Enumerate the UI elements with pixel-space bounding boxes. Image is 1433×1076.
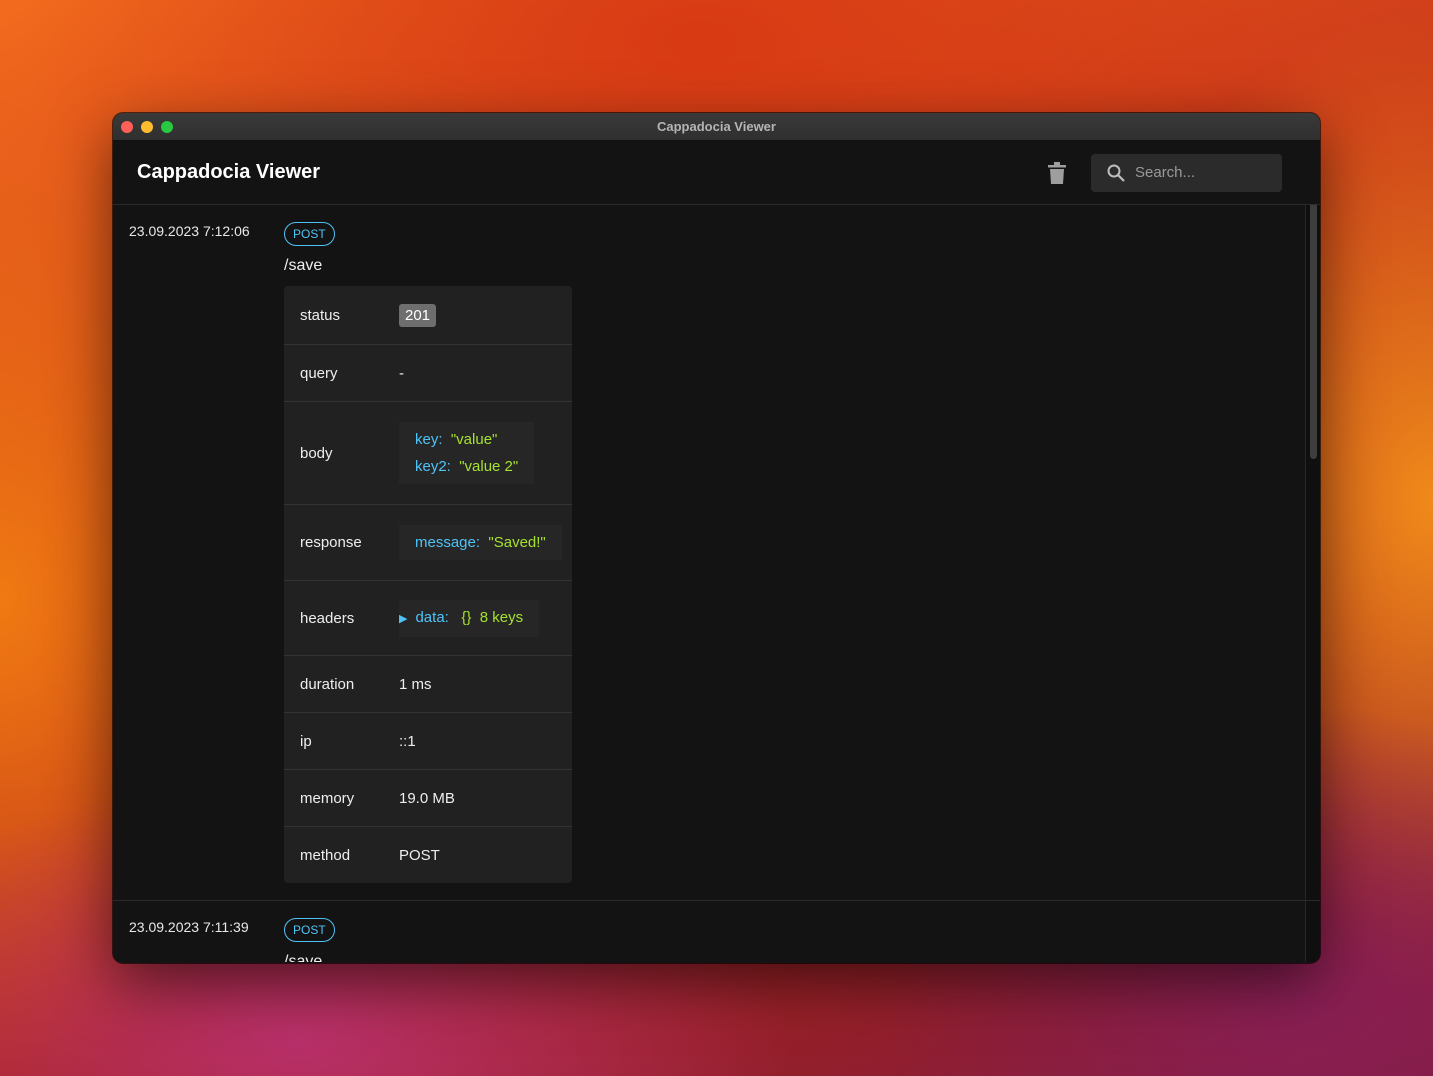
entry-path: /save bbox=[284, 953, 323, 962]
detail-value: - bbox=[399, 364, 404, 382]
log-entry: 23.09.2023 7:11:39 POST /save bbox=[113, 901, 1320, 962]
detail-row-ip: ip ::1 bbox=[284, 713, 572, 770]
detail-row-memory: memory 19.0 MB bbox=[284, 770, 572, 827]
entry-timestamp: 23.09.2023 7:12:06 bbox=[129, 223, 250, 239]
detail-value: ::1 bbox=[399, 732, 416, 750]
status-badge: 201 bbox=[399, 303, 437, 327]
detail-row-response: response message: "Saved!" bbox=[284, 505, 572, 581]
zoom-window-button[interactable] bbox=[161, 121, 173, 133]
detail-label: ip bbox=[300, 732, 312, 750]
app-window: Cappadocia Viewer Cappadocia Viewer Sear… bbox=[113, 113, 1320, 963]
detail-row-method: method POST bbox=[284, 827, 572, 883]
entry-path: /save bbox=[284, 257, 323, 274]
detail-label: memory bbox=[300, 789, 355, 807]
minimize-window-button[interactable] bbox=[141, 121, 153, 133]
search-box[interactable] bbox=[1091, 153, 1282, 192]
window-title: Cappadocia Viewer bbox=[657, 119, 776, 134]
detail-label: query bbox=[300, 364, 338, 382]
detail-label: method bbox=[300, 846, 351, 864]
detail-row-query: query - bbox=[284, 345, 572, 402]
log-list[interactable]: 23.09.2023 7:12:06 POST /save status 201… bbox=[113, 205, 1320, 962]
json-line: key: "value" bbox=[415, 426, 518, 453]
json-value: "value" bbox=[450, 431, 498, 448]
trash-icon bbox=[1048, 161, 1066, 184]
json-value: "value 2" bbox=[459, 458, 519, 475]
details-table: status 201 query - body key: "value" key… bbox=[284, 286, 572, 883]
method-chip: POST bbox=[284, 918, 335, 942]
detail-row-headers: headers ▶ data: {} 8 keys bbox=[284, 581, 572, 656]
json-key: key2: bbox=[415, 458, 451, 475]
detail-label: headers bbox=[300, 609, 355, 627]
expand-toggle-icon[interactable]: ▶ bbox=[399, 613, 407, 625]
json-value: "Saved!" bbox=[488, 534, 546, 551]
detail-label: status bbox=[300, 306, 341, 324]
detail-label: response bbox=[300, 534, 362, 551]
json-key: message: bbox=[415, 534, 481, 551]
detail-row-duration: duration 1 ms bbox=[284, 656, 572, 713]
json-viewer: ▶ data: {} 8 keys bbox=[399, 599, 540, 637]
app-title: Cappadocia Viewer bbox=[137, 161, 321, 183]
json-viewer: message: "Saved!" bbox=[399, 525, 562, 560]
titlebar: Cappadocia Viewer bbox=[113, 113, 1320, 141]
detail-value: 19.0 MB bbox=[399, 789, 455, 807]
detail-label: body bbox=[300, 444, 333, 462]
method-chip: POST bbox=[284, 222, 335, 246]
detail-value: 1 ms bbox=[399, 675, 432, 693]
search-icon bbox=[1107, 164, 1125, 182]
json-key: key: bbox=[415, 431, 443, 448]
json-key-count: 8 keys bbox=[479, 608, 524, 626]
app-header: Cappadocia Viewer bbox=[113, 141, 1320, 205]
entry-timestamp: 23.09.2023 7:11:39 bbox=[129, 919, 249, 935]
json-key[interactable]: data: bbox=[415, 609, 448, 626]
header-actions bbox=[1045, 153, 1282, 192]
detail-row-status: status 201 bbox=[284, 286, 572, 345]
json-viewer: key: "value" key2: "value 2" bbox=[399, 422, 535, 484]
json-brace: {} bbox=[461, 608, 472, 626]
traffic-lights bbox=[121, 121, 173, 133]
clear-logs-button[interactable] bbox=[1045, 161, 1069, 185]
detail-row-body: body key: "value" key2: "value 2" bbox=[284, 402, 572, 505]
json-line: key2: "value 2" bbox=[415, 453, 518, 480]
search-input[interactable] bbox=[1135, 164, 1265, 181]
detail-value: POST bbox=[399, 846, 440, 864]
log-entry: 23.09.2023 7:12:06 POST /save status 201… bbox=[113, 205, 1320, 901]
close-window-button[interactable] bbox=[121, 121, 133, 133]
detail-label: duration bbox=[300, 675, 355, 693]
